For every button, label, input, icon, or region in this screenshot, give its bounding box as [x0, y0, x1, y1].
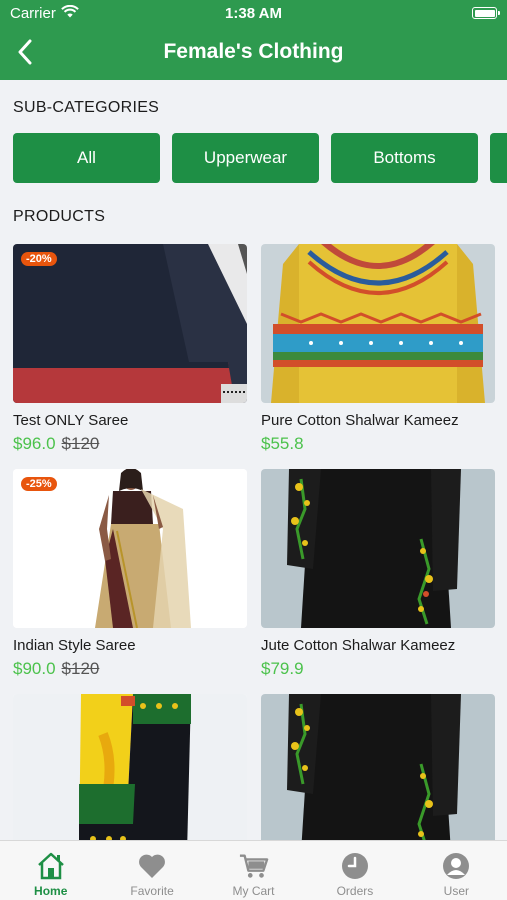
battery-icon [472, 7, 500, 19]
tab-home[interactable]: Home [0, 841, 101, 900]
product-price: $96.0 [13, 434, 56, 453]
product-price-row: $90.0 $120 [13, 659, 99, 679]
product-old-price: $120 [61, 659, 100, 678]
product-name: Jute Cotton Shalwar Kameez [261, 637, 456, 654]
cart-icon [239, 851, 269, 881]
product-price-row: $55.8 [261, 434, 310, 454]
product-image [13, 694, 247, 853]
product-name: Indian Style Saree [13, 637, 136, 654]
product-price: $90.0 [13, 659, 56, 678]
tab-label: User [443, 884, 469, 898]
tab-label: My Cart [232, 884, 275, 898]
back-button[interactable] [10, 36, 40, 68]
discount-badge: -25% [21, 477, 57, 491]
tab-label: Home [34, 884, 68, 898]
product-image [261, 244, 495, 403]
product-image: -20% [13, 244, 247, 403]
product-card[interactable]: -20% Test ONLY Saree $96.0 $120 [13, 244, 247, 469]
tab-user[interactable]: User [406, 841, 507, 900]
product-card[interactable]: Jute Cotton Shalwar Kameez $79.9 [261, 469, 495, 694]
product-image [261, 469, 495, 628]
product-name: Pure Cotton Shalwar Kameez [261, 412, 459, 429]
subcategory-chip-bottoms[interactable]: Bottoms [331, 133, 478, 183]
product-card[interactable]: -25% Indian Style Saree $90.0 $120 [13, 469, 247, 694]
tab-orders[interactable]: Orders [304, 841, 405, 900]
user-icon [441, 851, 471, 881]
home-icon [36, 851, 66, 881]
heart-icon [137, 851, 167, 881]
status-bar: Carrier 1:38 AM [0, 0, 507, 28]
subcategories-heading: SUB-CATEGORIES [13, 99, 160, 116]
subcategory-chip-more[interactable] [490, 133, 507, 183]
bottom-tab-bar: Home Favorite My Cart Orders User [0, 840, 507, 900]
product-card[interactable]: Pure Cotton Shalwar Kameez $55.8 [261, 244, 495, 469]
tab-label: Orders [336, 884, 374, 898]
discount-badge: -20% [21, 252, 57, 266]
tab-label: Favorite [130, 884, 174, 898]
product-price-row: $96.0 $120 [13, 434, 99, 454]
product-image: -25% [13, 469, 247, 628]
status-time: 1:38 AM [225, 5, 282, 22]
tab-my-cart[interactable]: My Cart [203, 841, 304, 900]
tab-favorite[interactable]: Favorite [101, 841, 202, 900]
products-heading: PRODUCTS [13, 208, 106, 225]
chevron-left-icon [18, 39, 32, 65]
navigation-bar: Female's Clothing [0, 28, 507, 80]
subcategory-chip-all[interactable]: All [13, 133, 160, 183]
product-old-price: $120 [61, 434, 100, 453]
subcategory-chip-upperwear[interactable]: Upperwear [172, 133, 319, 183]
clock-icon [340, 851, 370, 881]
page-title: Female's Clothing [163, 40, 344, 63]
product-price-row: $79.9 [261, 659, 310, 679]
product-price: $55.8 [261, 434, 304, 453]
product-price: $79.9 [261, 659, 304, 678]
subcategory-list: All Upperwear Bottoms [13, 133, 507, 183]
product-name: Test ONLY Saree [13, 412, 129, 429]
app-header: Carrier 1:38 AM Female's Clothing [0, 0, 507, 80]
product-image [261, 694, 495, 853]
